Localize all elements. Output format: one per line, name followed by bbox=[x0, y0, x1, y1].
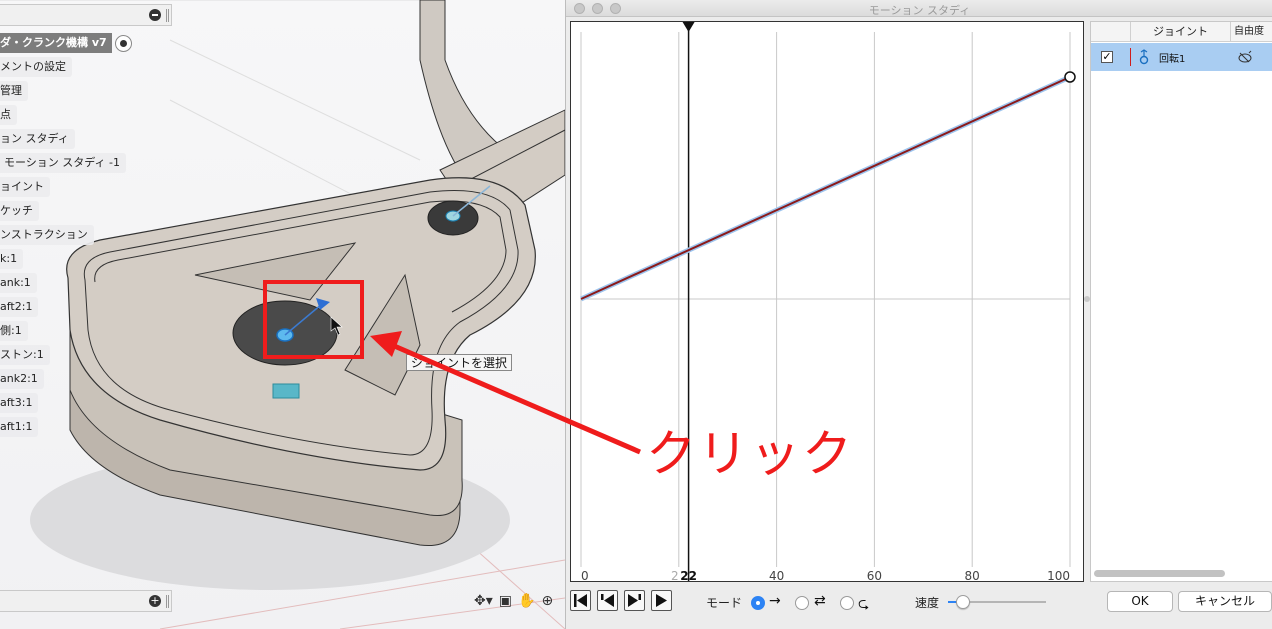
annotation-arrowhead bbox=[370, 331, 402, 357]
annotation-text: クリック bbox=[646, 425, 854, 483]
annotation-overlay bbox=[370, 331, 641, 455]
annotation-arrow-line bbox=[391, 342, 641, 455]
app-root: ダ・クランク機構 v7 メントの設定 管理点ョン スタディ モーション スタディ -… bbox=[0, 0, 1272, 629]
